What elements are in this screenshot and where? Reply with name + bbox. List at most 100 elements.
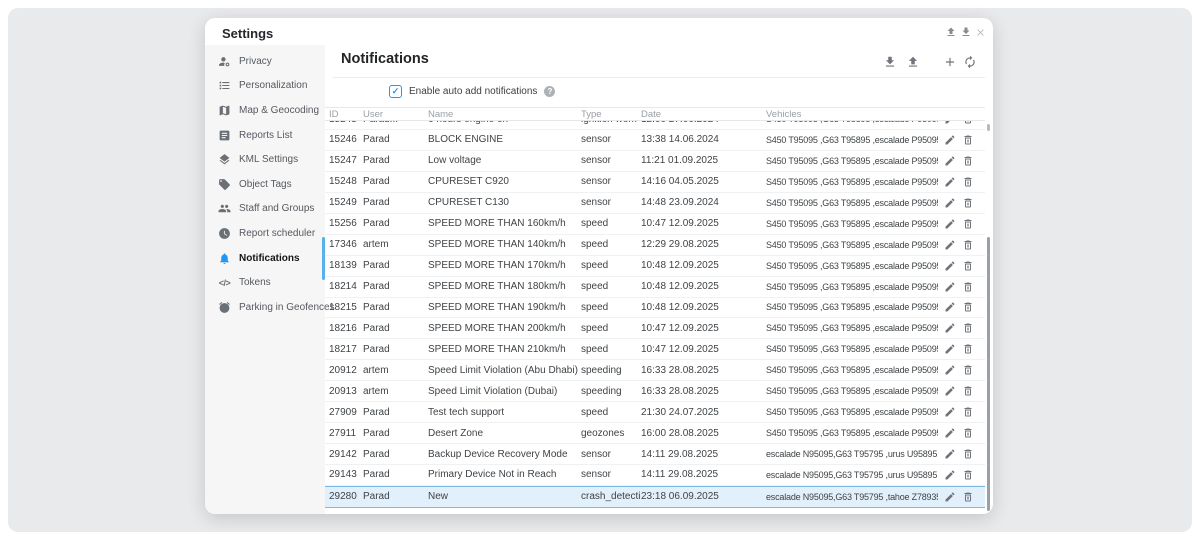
- table-row[interactable]: 15247ParadLow voltagesensor11:21 01.09.2…: [325, 151, 985, 172]
- help-icon[interactable]: ?: [544, 86, 555, 97]
- tag-icon: [218, 178, 231, 191]
- active-item-indicator: [322, 237, 325, 280]
- table-row[interactable]: 27911ParadDesert Zonegeozones16:00 28.08…: [325, 423, 985, 444]
- name-cell: SPEED MORE THAN 160km/h: [428, 218, 581, 229]
- type-cell: speed: [581, 407, 641, 418]
- table-row[interactable]: 15249ParadCPURESET C130sensor14:48 23.09…: [325, 193, 985, 214]
- table-row[interactable]: 15248ParadCPURESET C920sensor14:16 04.05…: [325, 172, 985, 193]
- delete-trash-icon[interactable]: [962, 121, 974, 125]
- sidebar-item-personalization[interactable]: Personalization: [205, 74, 325, 99]
- edit-pencil-icon[interactable]: [944, 491, 956, 503]
- id-cell: 15249: [329, 197, 363, 208]
- sidebar-item-label: Tokens: [239, 277, 271, 288]
- upload-notifications-icon[interactable]: [906, 55, 920, 69]
- delete-trash-icon[interactable]: [962, 176, 974, 188]
- sidebar-item-privacy[interactable]: Privacy: [205, 49, 325, 74]
- name-cell: 6 hours engine on: [428, 121, 581, 125]
- table-row[interactable]: 18214ParadSPEED MORE THAN 180km/hspeed10…: [325, 277, 985, 298]
- user-cell: Parad: [363, 134, 428, 145]
- id-cell: 15246: [329, 134, 363, 145]
- delete-trash-icon[interactable]: [962, 239, 974, 251]
- sidebar-item-object-tags[interactable]: Object Tags: [205, 172, 325, 197]
- close-dialog-icon[interactable]: [975, 27, 986, 38]
- table-row[interactable]: 29143ParadPrimary Device Not in Reachsen…: [325, 465, 985, 486]
- delete-trash-icon[interactable]: [962, 218, 974, 230]
- delete-trash-icon[interactable]: [962, 343, 974, 355]
- table-row[interactable]: 29280ParadNewcrash_detection23:18 06.09.…: [325, 486, 985, 508]
- edit-pencil-icon[interactable]: [944, 448, 956, 460]
- edit-pencil-icon[interactable]: [944, 121, 956, 125]
- import-settings-icon[interactable]: [945, 26, 957, 38]
- table-row[interactable]: 27909ParadTest tech supportspeed21:30 24…: [325, 402, 985, 423]
- delete-trash-icon[interactable]: [962, 448, 974, 460]
- edit-pencil-icon[interactable]: [944, 281, 956, 293]
- edit-pencil-icon[interactable]: [944, 301, 956, 313]
- table-row[interactable]: 15246ParadBLOCK ENGINEsensor13:38 14.06.…: [325, 130, 985, 151]
- sidebar-item-parking-in-geofences[interactable]: Parking in Geofences: [205, 295, 325, 320]
- edit-pencil-icon[interactable]: [944, 155, 956, 167]
- add-notification-icon[interactable]: [943, 55, 957, 69]
- delete-trash-icon[interactable]: [962, 281, 974, 293]
- edit-pencil-icon[interactable]: [944, 322, 956, 334]
- edit-pencil-icon[interactable]: [944, 469, 956, 481]
- sidebar-item-map-geocoding[interactable]: Map & Geocoding: [205, 98, 325, 123]
- row-actions: [938, 121, 985, 125]
- edit-pencil-icon[interactable]: [944, 260, 956, 272]
- edit-pencil-icon[interactable]: [944, 134, 956, 146]
- sidebar-item-kml-settings[interactable]: KML Settings: [205, 147, 325, 172]
- edit-pencil-icon[interactable]: [944, 197, 956, 209]
- sidebar-item-staff-and-groups[interactable]: Staff and Groups: [205, 197, 325, 222]
- table-row[interactable]: 17346artemSPEED MORE THAN 140km/hspeed12…: [325, 235, 985, 256]
- edit-pencil-icon[interactable]: [944, 427, 956, 439]
- delete-trash-icon[interactable]: [962, 491, 974, 503]
- delete-trash-icon[interactable]: [962, 469, 974, 481]
- table-row[interactable]: 18139ParadSPEED MORE THAN 170km/hspeed10…: [325, 256, 985, 277]
- delete-trash-icon[interactable]: [962, 155, 974, 167]
- date-cell: 13:38 14.06.2024: [641, 134, 766, 145]
- edit-pencil-icon[interactable]: [944, 239, 956, 251]
- table-row[interactable]: 15245Parad...6 hours engine onignition w…: [325, 121, 985, 130]
- delete-trash-icon[interactable]: [962, 301, 974, 313]
- export-settings-icon[interactable]: [960, 26, 972, 38]
- name-cell: BLOCK ENGINE: [428, 134, 581, 145]
- vehicles-cell: S450 T95095 ,G63 T95895 ,escalade P95095…: [766, 302, 938, 312]
- table-row[interactable]: 29142ParadBackup Device Recovery Modesen…: [325, 444, 985, 465]
- type-cell: speed: [581, 344, 641, 355]
- delete-trash-icon[interactable]: [962, 197, 974, 209]
- delete-trash-icon[interactable]: [962, 322, 974, 334]
- delete-trash-icon[interactable]: [962, 385, 974, 397]
- user-cell: Parad: [363, 323, 428, 334]
- edit-pencil-icon[interactable]: [944, 385, 956, 397]
- table-row[interactable]: 15256ParadSPEED MORE THAN 160km/hspeed10…: [325, 214, 985, 235]
- column-header-user: User: [363, 109, 428, 120]
- delete-trash-icon[interactable]: [962, 406, 974, 418]
- edit-pencil-icon[interactable]: [944, 364, 956, 376]
- edit-pencil-icon[interactable]: [944, 406, 956, 418]
- sidebar-item-reports-list[interactable]: Reports List: [205, 123, 325, 148]
- delete-trash-icon[interactable]: [962, 364, 974, 376]
- sidebar-item-tokens[interactable]: </>Tokens: [205, 270, 325, 295]
- vehicles-cell: S450 T95095 ,G63 T95895 ,escalade P95095…: [766, 261, 938, 271]
- table-row[interactable]: 18216ParadSPEED MORE THAN 200km/hspeed10…: [325, 318, 985, 339]
- edit-pencil-icon[interactable]: [944, 176, 956, 188]
- delete-trash-icon[interactable]: [962, 427, 974, 439]
- enable-auto-add-checkbox[interactable]: ✓: [389, 85, 402, 98]
- table-row[interactable]: 20913artemSpeed Limit Violation (Dubai)s…: [325, 381, 985, 402]
- delete-trash-icon[interactable]: [962, 134, 974, 146]
- refresh-notifications-icon[interactable]: [963, 55, 977, 69]
- sidebar-item-notifications[interactable]: Notifications: [205, 246, 325, 271]
- table-row[interactable]: 18217ParadSPEED MORE THAN 210km/hspeed10…: [325, 339, 985, 360]
- edit-pencil-icon[interactable]: [944, 343, 956, 355]
- table-row[interactable]: 18215ParadSPEED MORE THAN 190km/hspeed10…: [325, 298, 985, 319]
- sidebar-item-report-scheduler[interactable]: Report scheduler: [205, 221, 325, 246]
- table-row[interactable]: 20912artemSpeed Limit Violation (Abu Dha…: [325, 360, 985, 381]
- date-cell: 12:29 29.08.2025: [641, 239, 766, 250]
- type-cell: geozones: [581, 428, 641, 439]
- id-cell: 29143: [329, 469, 363, 480]
- edit-pencil-icon[interactable]: [944, 218, 956, 230]
- vertical-scrollbar[interactable]: [987, 237, 990, 511]
- vehicles-cell: S450 T95095 ,G63 T95895 ,escalade P95095…: [766, 282, 938, 292]
- delete-trash-icon[interactable]: [962, 260, 974, 272]
- download-notifications-icon[interactable]: [883, 55, 897, 69]
- row-actions: [938, 343, 985, 355]
